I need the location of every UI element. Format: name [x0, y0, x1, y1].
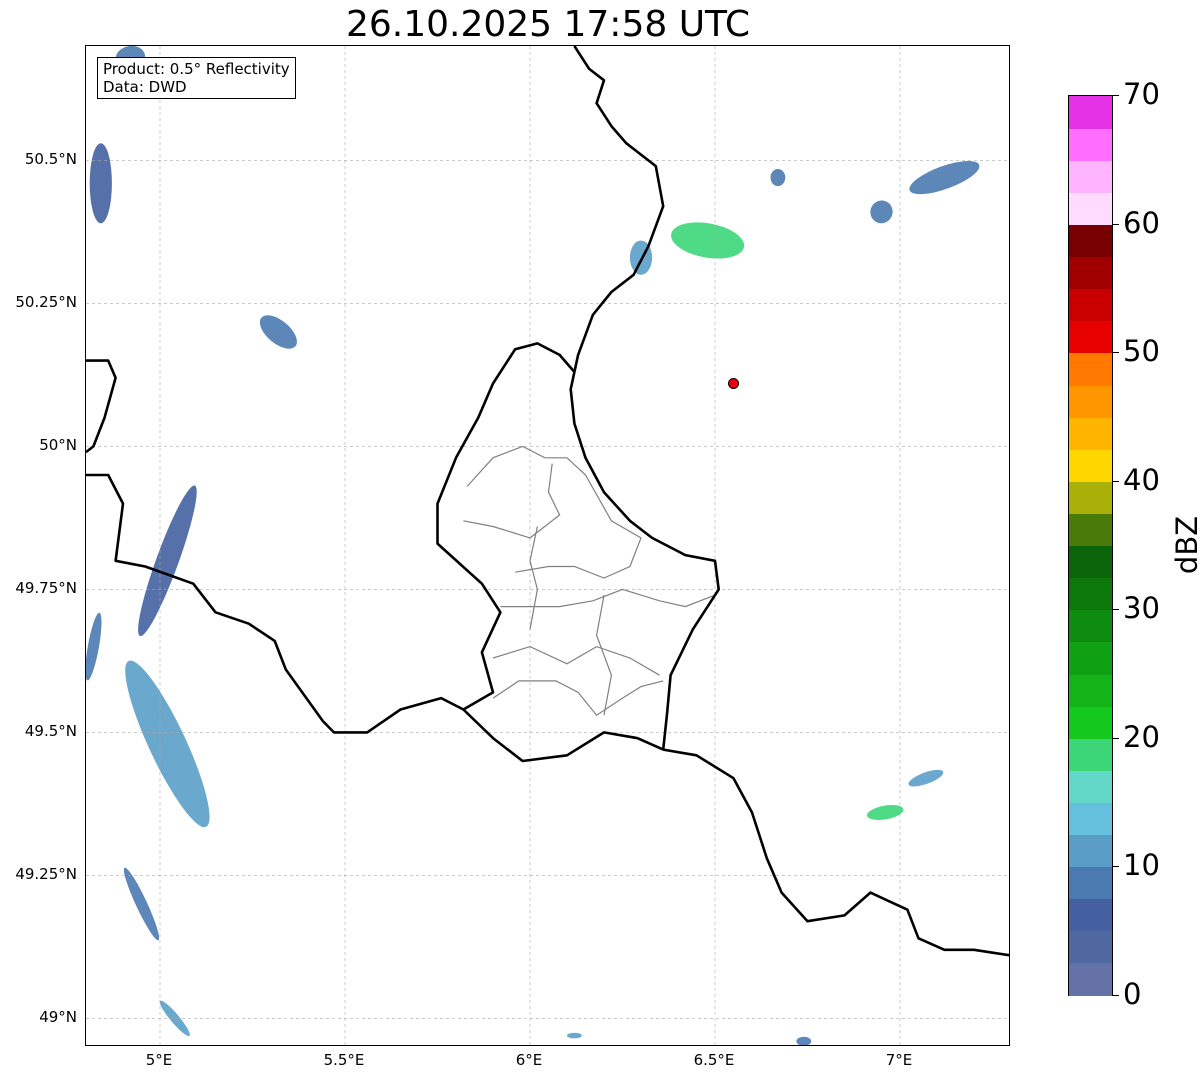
- colorbar-tick-mark: [1113, 609, 1119, 611]
- colorbar-tick-label: 0: [1123, 977, 1142, 1011]
- colorbar-unit-label: dBZ: [1170, 515, 1202, 575]
- data-source-label: Data: DWD: [103, 78, 187, 96]
- radar-echo-12: [909, 160, 980, 195]
- lat-tick-label: 50.5°N: [24, 150, 77, 169]
- colorbar-tick-label: 60: [1123, 205, 1160, 240]
- colorbar-segment: [1069, 706, 1112, 739]
- colorbar-segment: [1069, 577, 1112, 611]
- colorbar-segment: [1069, 962, 1112, 996]
- colorbar-tick-label: 10: [1123, 848, 1160, 883]
- colorbar-segment: [1069, 352, 1112, 386]
- lat-tick-label: 50°N: [39, 436, 77, 455]
- radar-echo-4: [86, 612, 102, 681]
- radar-echo-1: [89, 143, 112, 224]
- colorbar-segment: [1069, 513, 1112, 547]
- colorbar-segment: [1069, 834, 1112, 868]
- lat-tick-label: 49.25°N: [15, 865, 77, 884]
- colorbar-segment: [1069, 417, 1112, 450]
- colorbar-segment: [1069, 128, 1112, 161]
- colorbar-segment: [1069, 545, 1112, 579]
- colorbar-segment: [1069, 673, 1112, 707]
- lat-tick-label: 50.25°N: [15, 293, 77, 312]
- lon-tick-label: 7°E: [885, 1051, 913, 1069]
- admin-border: [529, 526, 539, 630]
- colorbar-tick-mark: [1113, 480, 1119, 482]
- radar-echo-13: [866, 804, 904, 820]
- colorbar-segment: [1069, 609, 1112, 643]
- radar-echo-9: [671, 222, 745, 259]
- colorbar-segment: [1069, 866, 1112, 900]
- radar-site-marker: [728, 377, 739, 389]
- colorbar-segment: [1069, 802, 1112, 836]
- colorbar-segment: [1069, 256, 1112, 290]
- colorbar-segment: [1069, 898, 1112, 932]
- lat-tick-label: 49.5°N: [24, 722, 77, 741]
- colorbar-tick-label: 20: [1123, 719, 1160, 754]
- colorbar-segment: [1069, 481, 1112, 514]
- colorbar-segment: [1069, 320, 1112, 354]
- admin-border: [595, 594, 613, 716]
- lon-tick-label: 6°E: [515, 1051, 543, 1069]
- lat-tick-label: 49°N: [39, 1008, 77, 1027]
- lon-tick-label: 6.5°E: [693, 1051, 735, 1069]
- country-border: [86, 359, 117, 454]
- admin-border: [500, 588, 716, 608]
- colorbar-tick-label: 70: [1123, 77, 1160, 111]
- radar-echo-7: [159, 1000, 190, 1037]
- colorbar-segment: [1069, 224, 1112, 258]
- radar-echo-16: [567, 1032, 582, 1039]
- admin-border: [492, 680, 664, 717]
- radar-echo-11: [870, 200, 893, 224]
- colorbar-segment: [1069, 192, 1112, 226]
- colorbar-segment: [1069, 384, 1112, 418]
- colorbar-tick-mark: [1113, 866, 1119, 868]
- product-label: Product: 0.5° Reflectivity: [103, 60, 290, 78]
- colorbar-segment: [1069, 641, 1112, 675]
- colorbar-tick-mark: [1113, 352, 1119, 354]
- lon-tick-label: 5°E: [145, 1051, 173, 1069]
- admin-border: [466, 445, 642, 539]
- radar-map[interactable]: [85, 45, 1010, 1046]
- colorbar-segment: [1069, 449, 1112, 482]
- radar-echo-6: [123, 867, 160, 941]
- radar-echo-2: [259, 315, 297, 349]
- colorbar-segment: [1069, 288, 1112, 322]
- colorbar-segment: [1069, 96, 1112, 129]
- map-title: 26.10.2025 17:58 UTC: [345, 4, 751, 45]
- radar-echo-14: [908, 769, 944, 787]
- colorbar: [1068, 95, 1113, 996]
- colorbar-segment: [1069, 160, 1112, 193]
- radar-echo-10: [770, 168, 786, 187]
- colorbar-segment: [1069, 738, 1112, 771]
- colorbar-segment: [1069, 930, 1112, 964]
- colorbar-tick-mark: [1113, 223, 1119, 225]
- radar-echo-3: [138, 485, 197, 637]
- radar-echo-5: [125, 660, 210, 828]
- colorbar-tick-label: 40: [1123, 462, 1160, 497]
- country-border: [569, 46, 721, 750]
- lat-tick-label: 49.75°N: [15, 579, 77, 598]
- admin-border: [492, 645, 660, 676]
- radar-echo-15: [796, 1036, 812, 1045]
- info-box: Product: 0.5° Reflectivity Data: DWD: [97, 57, 296, 99]
- map-canvas: [86, 46, 1009, 1045]
- colorbar-tick-label: 50: [1123, 334, 1160, 369]
- colorbar-tick-mark: [1113, 737, 1119, 739]
- colorbar-tick-mark: [1113, 95, 1119, 96]
- colorbar-segment: [1069, 770, 1112, 803]
- lon-tick-label: 5.5°E: [323, 1051, 365, 1069]
- colorbar-tick-mark: [1113, 995, 1119, 996]
- colorbar-tick-label: 30: [1123, 591, 1160, 626]
